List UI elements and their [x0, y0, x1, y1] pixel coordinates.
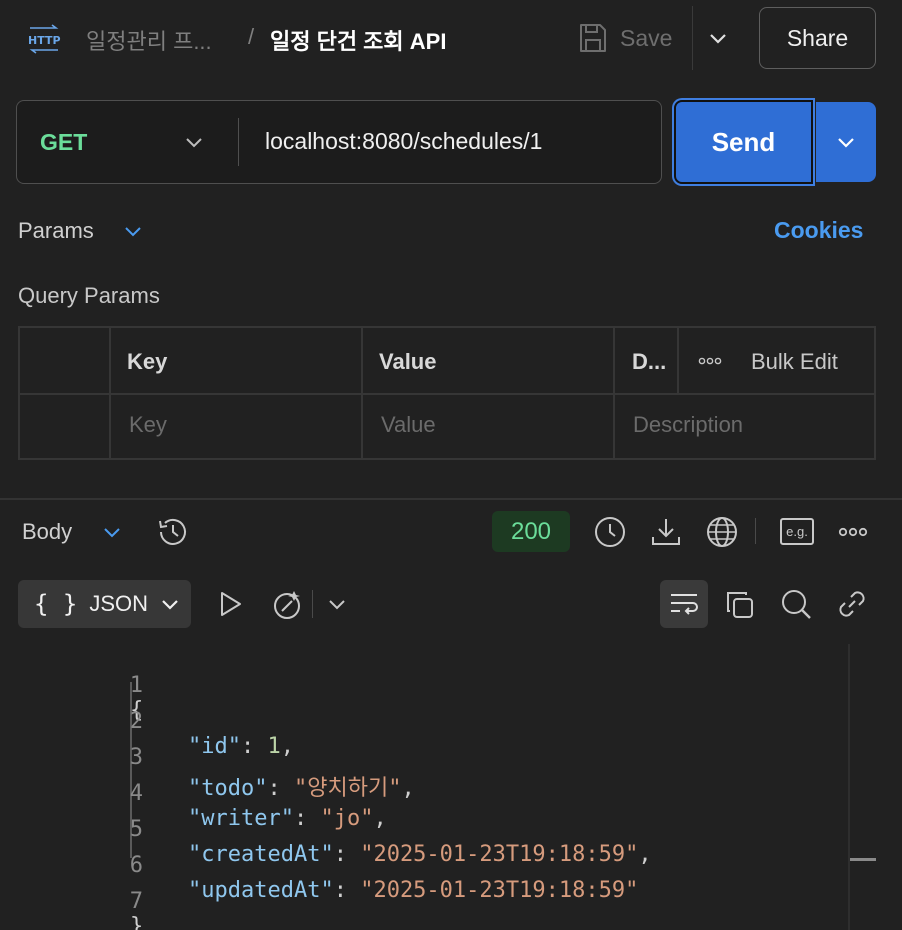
json-key: "writer" — [188, 806, 294, 831]
response-time-icon[interactable] — [593, 515, 627, 549]
share-button[interactable]: Share — [759, 7, 876, 69]
tab-params[interactable]: Params — [18, 218, 94, 244]
json-comma: , — [373, 806, 387, 831]
request-title[interactable]: 일정 단건 조회 API — [270, 24, 446, 56]
wrap-lines-icon — [668, 590, 700, 618]
code-line: 7 } — [0, 864, 144, 930]
bulk-edit-button[interactable]: Bulk Edit — [751, 349, 838, 375]
json-value: 1 — [267, 734, 281, 759]
code-line: 5 "createdAt": "2025-01-23T19:18:59", — [0, 792, 652, 867]
method-selector[interactable]: GET — [40, 129, 87, 156]
line-number: 3 — [129, 745, 143, 770]
line-number: 5 — [129, 817, 143, 842]
json-comma: , — [280, 734, 294, 759]
query-params-table: Key Value D... Bulk Edit Key Value Descr… — [18, 326, 876, 460]
json-value: "2025-01-23T19:18:59" — [360, 842, 639, 867]
save-divider — [692, 6, 693, 70]
svg-text:HTTP: HTTP — [28, 34, 61, 47]
scrollbar-position-marker — [850, 858, 876, 861]
code-line: 4 "writer": "jo", — [0, 756, 387, 831]
example-label: e.g. — [786, 524, 808, 539]
params-chevron-icon[interactable] — [122, 220, 144, 242]
visualize-chevron-icon[interactable] — [326, 593, 348, 615]
code-brace-close: } — [130, 914, 144, 930]
json-braces-icon: { } — [34, 590, 78, 618]
save-label: Save — [620, 24, 673, 51]
toolbar-separator-2 — [312, 590, 313, 618]
http-icon: HTTP — [26, 24, 62, 54]
breadcrumb-collection[interactable]: 일정관리 프... — [86, 24, 212, 56]
key-input[interactable]: Key — [129, 412, 167, 438]
column-value: Value — [379, 349, 437, 374]
tab-body[interactable]: Body — [22, 519, 72, 545]
json-value: "양치하기" — [293, 776, 402, 801]
json-comma: , — [638, 842, 652, 867]
line-number: 7 — [129, 889, 143, 914]
json-value: "2025-01-23T19:18:59" — [360, 878, 639, 903]
globe-icon[interactable] — [705, 515, 739, 549]
send-options-chevron-icon[interactable] — [816, 102, 876, 182]
download-icon[interactable] — [649, 515, 683, 549]
run-visualizer-icon[interactable] — [218, 590, 244, 618]
line-number: 1 — [129, 673, 143, 698]
json-key: "updatedAt" — [188, 878, 334, 903]
method-chevron-icon[interactable] — [183, 131, 205, 153]
code-line: 6 "updatedAt": "2025-01-23T19:18:59" — [0, 828, 639, 903]
save-button[interactable]: Save — [578, 20, 672, 56]
breadcrumb-separator: / — [248, 24, 255, 49]
code-line: 1 { — [0, 648, 144, 723]
body-chevron-icon[interactable] — [101, 521, 123, 543]
value-input[interactable]: Value — [381, 412, 436, 438]
column-key: Key — [127, 349, 168, 374]
code-scrollbar[interactable] — [848, 644, 850, 930]
send-button[interactable]: Send — [674, 100, 813, 184]
save-icon — [578, 22, 608, 54]
line-number: 6 — [129, 853, 143, 878]
line-number: 2 — [129, 709, 143, 734]
response-divider[interactable] — [0, 498, 902, 500]
copy-icon[interactable] — [724, 589, 756, 621]
query-params-heading: Query Params — [18, 283, 160, 308]
visualize-icon[interactable] — [270, 587, 304, 621]
description-input[interactable]: Description — [633, 412, 743, 438]
url-input[interactable]: localhost:8080/schedules/1 — [265, 128, 542, 155]
format-selector[interactable]: { } JSON — [18, 580, 191, 628]
response-more-icon[interactable] — [838, 526, 868, 538]
json-key: "createdAt" — [188, 842, 334, 867]
column-description: D... — [632, 349, 667, 374]
json-key: "todo" — [188, 776, 268, 801]
status-code-badge[interactable]: 200 — [492, 511, 570, 552]
json-key: "id" — [188, 734, 241, 759]
more-options-icon[interactable] — [698, 356, 722, 366]
history-icon[interactable] — [156, 515, 190, 549]
json-value: "jo" — [320, 806, 374, 831]
json-comma: , — [401, 776, 415, 801]
code-line: 2 "id": 1, — [0, 684, 294, 759]
cookies-link[interactable]: Cookies — [774, 217, 863, 244]
line-number: 4 — [129, 781, 143, 806]
toolbar-separator — [755, 518, 756, 544]
code-line: 3 "todo": "양치하기", — [0, 720, 415, 801]
search-icon[interactable] — [780, 588, 812, 620]
link-icon[interactable] — [836, 588, 868, 620]
format-chevron-icon — [160, 594, 180, 614]
wrap-lines-button[interactable] — [660, 580, 708, 628]
example-icon[interactable]: e.g. — [780, 518, 814, 545]
save-options-chevron-icon[interactable] — [706, 26, 730, 50]
format-label: JSON — [89, 591, 149, 616]
url-divider — [238, 118, 239, 166]
